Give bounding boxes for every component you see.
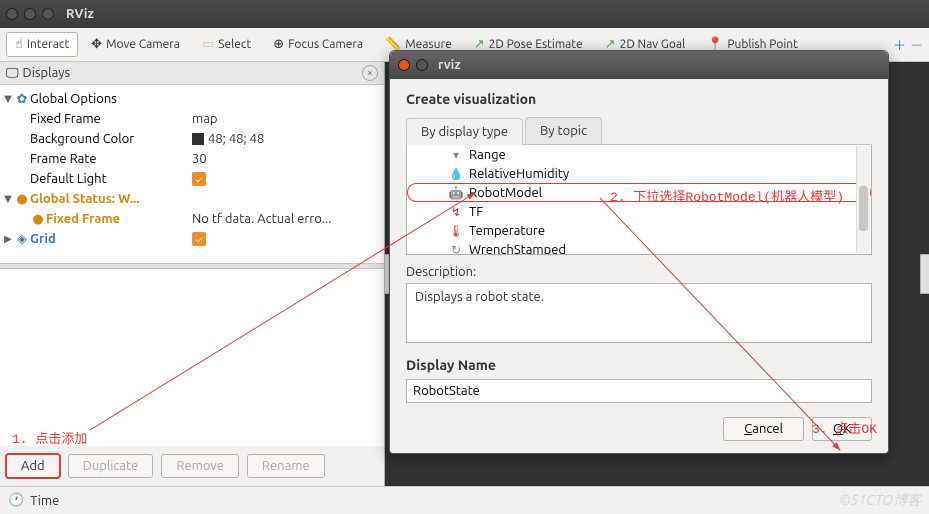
robot-icon: 🤖 (447, 186, 465, 200)
list-item-label[interactable]: Temperature (469, 224, 545, 238)
displays-header: 🖵 Displays × (0, 62, 384, 85)
fixed-frame-key: Fixed Frame (30, 112, 101, 126)
list-item-label[interactable]: TF (469, 205, 483, 219)
display-type-list[interactable]: ▾ Range 💧 RelativeHumidity 🤖 RobotModel ↯ TF… (406, 145, 872, 255)
select-label: Select (218, 38, 251, 51)
select-icon: ▭ (202, 37, 214, 52)
dialog-titlebar[interactable]: rviz (390, 51, 888, 79)
expand-icon[interactable]: ▼ (2, 193, 14, 205)
tf-icon: ↯ (447, 205, 465, 219)
displays-tree[interactable]: ▼✿Global Options Fixed Frame Background … (0, 85, 384, 263)
range-icon: ▾ (447, 148, 465, 162)
remove-button: Remove (161, 454, 239, 478)
window-close-icon[interactable] (6, 8, 18, 20)
wrench-icon: ↻ (447, 243, 465, 256)
description-text: Displays a robot state. (415, 290, 544, 304)
window-maximize-icon[interactable] (42, 8, 54, 20)
bgcolor-key: Background Color (30, 132, 134, 146)
global-options-label: Global Options (30, 92, 117, 106)
watermark: ©51CTO博客 (840, 490, 921, 510)
move-camera-label: Move Camera (106, 38, 180, 51)
temperature-icon: 🌡 (447, 224, 465, 238)
displays-panel: 🖵 Displays × ▼✿Global Options Fixed Fram… (0, 62, 385, 486)
add-button[interactable]: Add (6, 454, 60, 478)
clock-icon: 🕐 (8, 493, 24, 508)
fixed-frame-status-key: Fixed Frame (46, 212, 120, 226)
grid-icon: ◈ (14, 232, 30, 247)
pointer-icon: ☝ (15, 37, 23, 52)
display-name-input[interactable] (406, 379, 872, 403)
rename-button: Rename (247, 454, 325, 478)
panel-handle-right[interactable] (920, 254, 929, 294)
plus-icon[interactable]: ＋ (893, 35, 906, 54)
dialog-close-icon[interactable] (398, 59, 410, 71)
warning-icon: ● (30, 212, 46, 227)
focus-camera-button[interactable]: ⊕ Focus Camera (264, 32, 372, 57)
gear-icon: ✿ (14, 92, 30, 107)
warning-icon: ● (14, 192, 30, 207)
select-button[interactable]: ▭ Select (193, 32, 260, 57)
list-item-robotmodel: 🤖 RobotModel (407, 183, 871, 202)
humidity-icon: 💧 (447, 167, 465, 181)
dialog-title: rviz (438, 58, 461, 72)
displays-button-row: Add Duplicate Remove Rename (0, 446, 384, 486)
list-item: ↯ TF (407, 202, 871, 221)
frame-rate-key: Frame Rate (30, 152, 97, 166)
bgcolor-value[interactable]: 48; 48; 48 (208, 132, 264, 146)
frame-rate-value[interactable]: 30 (192, 152, 207, 166)
fixed-frame-status-value: No tf data. Actual erro... (192, 212, 331, 226)
description-area (0, 269, 384, 447)
list-scrollbar[interactable] (856, 146, 870, 253)
description-label: Description: (406, 265, 872, 279)
dialog-tabs: By display type By topic (406, 117, 872, 145)
ok-button[interactable]: OK (812, 417, 872, 441)
duplicate-button: Duplicate (68, 454, 154, 478)
display-name-label: Display Name (406, 357, 872, 373)
displays-title: Displays (23, 66, 362, 80)
dialog-button-row: CCancelancel OK (406, 417, 872, 441)
list-item: 🌡 Temperature (407, 221, 871, 240)
list-item-label[interactable]: Range (469, 148, 506, 162)
grid-label: Grid (30, 232, 56, 246)
window-title: RViz (66, 7, 94, 21)
minus-icon[interactable]: － (910, 35, 923, 54)
list-item-label[interactable]: WrenchStamped (469, 243, 566, 256)
focus-camera-label: Focus Camera (288, 38, 363, 51)
checkbox-checked-icon[interactable]: ✓ (192, 232, 206, 246)
dialog-heading: Create visualization (406, 91, 872, 107)
expand-icon[interactable]: ▶ (2, 233, 14, 245)
time-panel: 🕐 Time (0, 486, 929, 514)
panel-close-button[interactable]: × (362, 65, 378, 81)
move-camera-button[interactable]: ✥ Move Camera (82, 32, 189, 57)
color-swatch[interactable] (192, 133, 204, 145)
create-visualization-dialog: rviz Create visualization By display typ… (389, 50, 889, 454)
list-item-label[interactable]: RobotModel (469, 186, 542, 200)
scrollbar-thumb[interactable] (859, 186, 868, 231)
interact-button[interactable]: ☝ Interact (6, 32, 78, 57)
cancel-button[interactable]: CCancelancel (723, 417, 804, 441)
fixed-frame-value[interactable]: map (192, 112, 218, 126)
global-status-label: Global Status: W... (30, 192, 139, 206)
move-icon: ✥ (91, 37, 102, 52)
main-titlebar: RViz (0, 0, 929, 28)
list-item: 💧 RelativeHumidity (407, 164, 871, 183)
tab-by-display-type[interactable]: By display type (406, 118, 523, 145)
tab-by-topic[interactable]: By topic (525, 117, 602, 144)
interact-label: Interact (27, 38, 69, 51)
checkbox-checked-icon[interactable]: ✓ (192, 172, 206, 186)
monitor-icon: 🖵 (6, 66, 19, 81)
list-item-label[interactable]: RelativeHumidity (469, 167, 569, 181)
dialog-min-icon[interactable] (416, 59, 428, 71)
time-label: Time (30, 494, 59, 508)
description-box: Displays a robot state. (406, 283, 872, 343)
window-minimize-icon[interactable] (24, 8, 36, 20)
list-item: ▾ Range (407, 145, 871, 164)
default-light-key: Default Light (30, 172, 107, 186)
focus-icon: ⊕ (273, 37, 284, 52)
list-item: ↻ WrenchStamped (407, 240, 871, 255)
expand-icon[interactable]: ▼ (2, 93, 14, 105)
